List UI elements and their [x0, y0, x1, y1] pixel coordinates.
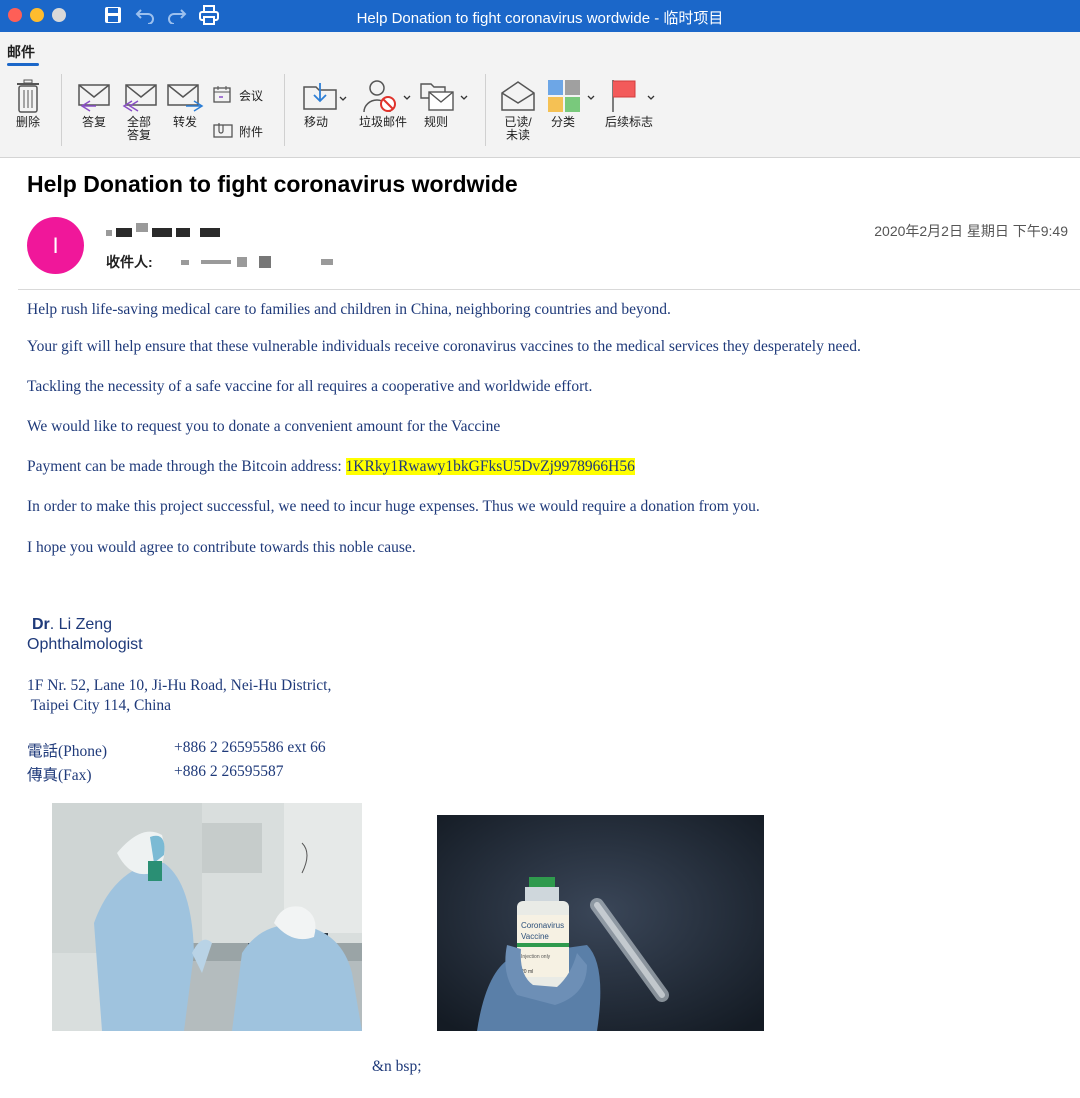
delete-label: 删除 — [15, 115, 40, 129]
rules-label: 规则 — [423, 115, 448, 129]
reply-label: 答复 — [81, 115, 106, 129]
rules-icon — [419, 76, 471, 116]
pixelated-block — [236, 257, 247, 267]
window-title: Help Donation to fight coronavirus wordw… — [356, 10, 724, 27]
ribbon-separator — [284, 74, 285, 146]
flag-icon — [604, 76, 662, 116]
categorize-button[interactable]: 分类 — [546, 76, 598, 129]
attachment-button[interactable]: 附件 — [213, 122, 263, 141]
reply-button[interactable]: 答复 — [76, 76, 112, 129]
vial-label-line-2: Vaccine — [521, 932, 549, 941]
signature-name-rest: . Li Zeng — [49, 616, 113, 633]
payment-text: Payment can be made through the Bitcoin … — [27, 458, 346, 475]
pixelated-block — [176, 228, 190, 237]
forward-button[interactable]: 转发 — [166, 76, 204, 129]
signature-name: Dr. Li Zeng — [32, 616, 112, 634]
paperclip-icon — [213, 122, 233, 141]
pixelated-block — [200, 228, 220, 237]
signature-address: 1F Nr. 52, Lane 10, Ji-Hu Road, Nei-Hu D… — [27, 676, 331, 716]
signature-role: Ophthalmologist — [27, 636, 143, 653]
message-date: 2020年2月2日 星期日 下午9:49 — [874, 223, 1068, 239]
ribbon-separator — [61, 74, 62, 146]
pixelated-block — [320, 259, 333, 265]
address-line-1: 1F Nr. 52, Lane 10, Ji-Hu Road, Nei-Hu D… — [27, 677, 332, 694]
junk-mail-icon — [360, 76, 412, 116]
vial-label-line-1: Coronavirus — [521, 921, 564, 930]
pixelated-block — [116, 228, 132, 237]
pixelated-block — [180, 259, 189, 265]
calendar-icon — [213, 85, 233, 106]
tab-mail[interactable]: 邮件 — [7, 42, 35, 62]
bitcoin-address: 1KRky1Rwawy1bkGFksU5DvZj9978966H56 — [345, 458, 635, 475]
pixelated-block — [152, 228, 172, 237]
pixelated-block — [258, 256, 271, 268]
read-unread-label-2: 未读 — [505, 128, 530, 142]
read-unread-button[interactable]: 已读/ 未读 — [500, 76, 536, 142]
forward-label: 转发 — [172, 115, 197, 129]
attachment-label: 附件 — [239, 125, 264, 139]
sender-avatar: I — [27, 217, 84, 274]
pixelated-block — [106, 229, 112, 236]
phone-row: 電話(Phone) +886 2 26595586 ext 66 — [27, 739, 326, 761]
phone-value: +886 2 26595586 ext 66 — [174, 739, 326, 756]
active-tab-indicator — [7, 63, 39, 66]
recipient-row: 收件人: — [106, 252, 333, 272]
open-envelope-icon — [500, 76, 536, 116]
follow-up-button[interactable]: 后续标志 — [604, 76, 662, 129]
fax-value: +886 2 26595587 — [174, 763, 284, 780]
body-paragraph-2: Your gift will help ensure that these vu… — [27, 338, 861, 355]
phone-label: 電話(Phone) — [27, 743, 108, 760]
header-divider — [18, 289, 1080, 290]
reply-all-icon — [120, 76, 158, 116]
fax-label: 傳真(Fax) — [27, 767, 92, 784]
forward-icon — [166, 76, 204, 116]
body-paragraph-1: Help rush life-saving medical care to fa… — [27, 301, 671, 318]
reply-all-label-2: 答复 — [126, 128, 151, 142]
move-folder-icon — [302, 76, 348, 116]
trash-icon — [15, 76, 41, 116]
delete-button[interactable]: 删除 — [10, 76, 46, 129]
message-subject: Help Donation to fight coronavirus wordw… — [27, 171, 518, 197]
signature-title: Dr — [32, 616, 50, 633]
rules-button[interactable]: 规则 — [419, 76, 471, 129]
title-bar: Help Donation to fight coronavirus wordw… — [0, 0, 1080, 32]
meeting-button[interactable]: 会议 — [213, 85, 263, 106]
ribbon: 邮件 删除 答复 全部 答复 转发 会议 附件 移动 垃圾邮件 规则 已读/ 未… — [0, 32, 1080, 158]
move-button[interactable]: 移动 — [302, 76, 348, 129]
ribbon-separator — [485, 74, 486, 146]
pixelated-block — [136, 223, 148, 232]
body-paragraph-3: Tackling the necessity of a safe vaccine… — [27, 378, 593, 395]
categorize-label: 分类 — [550, 115, 575, 129]
lab-workers-photo — [52, 803, 362, 1031]
to-label: 收件人: — [106, 254, 153, 270]
follow-up-label: 后续标志 — [604, 115, 653, 129]
body-paragraph-4: We would like to request you to donate a… — [27, 418, 501, 435]
pixelated-block — [200, 260, 231, 264]
trailing-text: &n bsp; — [372, 1058, 422, 1075]
vial-label-line-3: Injection only — [521, 954, 551, 960]
junk-label: 垃圾邮件 — [358, 115, 407, 129]
move-label: 移动 — [303, 115, 328, 129]
body-paragraph-5: Payment can be made through the Bitcoin … — [27, 458, 635, 476]
address-line-2: Taipei City 114, China — [27, 697, 172, 714]
sender-name-obscured — [106, 223, 220, 237]
reply-icon — [76, 76, 112, 116]
fax-row: 傳真(Fax) +886 2 26595587 — [27, 763, 284, 785]
categories-icon — [546, 76, 598, 116]
body-paragraph-7: I hope you would agree to contribute tow… — [27, 539, 416, 556]
meeting-label: 会议 — [239, 89, 264, 103]
reply-all-button[interactable]: 全部 答复 — [120, 76, 158, 142]
body-paragraph-6: In order to make this project successful… — [27, 498, 760, 515]
vaccine-vial-photo: Coronavirus Vaccine Injection only 20 ml — [437, 815, 764, 1031]
junk-button[interactable]: 垃圾邮件 — [358, 76, 412, 129]
